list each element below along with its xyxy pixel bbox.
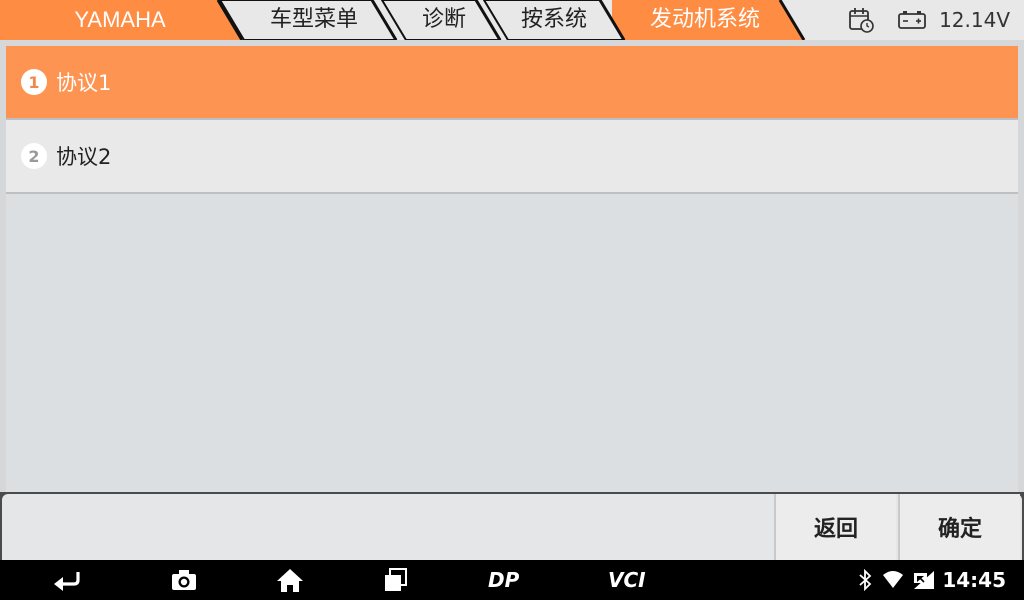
status-area: 12.14V (834, 0, 1024, 40)
protocol-list: 1 协议1 2 协议2 (6, 46, 1018, 492)
breadcrumb-item-diagnose[interactable]: 诊断 (398, 0, 490, 40)
vci-icon[interactable]: VCI (608, 560, 658, 600)
dp-label: DP (488, 568, 520, 592)
calendar-clock-icon (848, 7, 874, 37)
wifi-icon (882, 560, 904, 600)
signal-icon (912, 560, 938, 600)
ok-button[interactable]: 确定 (898, 494, 1020, 560)
list-item-label: 协议2 (56, 145, 112, 169)
action-bar-panel: 返回 确定 (2, 494, 1022, 560)
item-number-badge: 2 (21, 143, 47, 169)
back-icon[interactable] (52, 560, 82, 600)
home-icon[interactable] (276, 560, 304, 600)
top-bar: YAMAHA 车型菜单 诊断 按系统 发动机系统 12.14V (0, 0, 1024, 40)
content-area: 1 协议1 2 协议2 (0, 40, 1024, 492)
breadcrumb-item-yamaha[interactable]: YAMAHA (20, 0, 220, 40)
bluetooth-icon (858, 560, 872, 600)
camera-icon[interactable] (170, 560, 198, 600)
battery-icon (898, 10, 926, 34)
breadcrumb-item-engine-system[interactable]: 发动机系统 (626, 0, 784, 40)
clock: 14:45 (942, 568, 1006, 592)
system-nav-bar: DP VCI 14:45 (0, 560, 1024, 600)
dp-icon[interactable]: DP (488, 560, 532, 600)
breadcrumb-item-by-system[interactable]: 按系统 (502, 0, 606, 40)
battery-voltage: 12.14V (939, 8, 1010, 32)
list-item-label: 协议1 (56, 71, 112, 95)
item-number-badge: 1 (21, 69, 47, 95)
vci-label: VCI (608, 568, 646, 592)
recents-icon[interactable] (382, 560, 408, 600)
list-item-protocol-2[interactable]: 2 协议2 (6, 120, 1018, 194)
list-item-protocol-1[interactable]: 1 协议1 (6, 46, 1018, 120)
breadcrumb-item-car-menu[interactable]: 车型菜单 (242, 0, 386, 40)
action-bar: 返回 确定 (0, 492, 1024, 560)
back-button[interactable]: 返回 (774, 494, 896, 560)
